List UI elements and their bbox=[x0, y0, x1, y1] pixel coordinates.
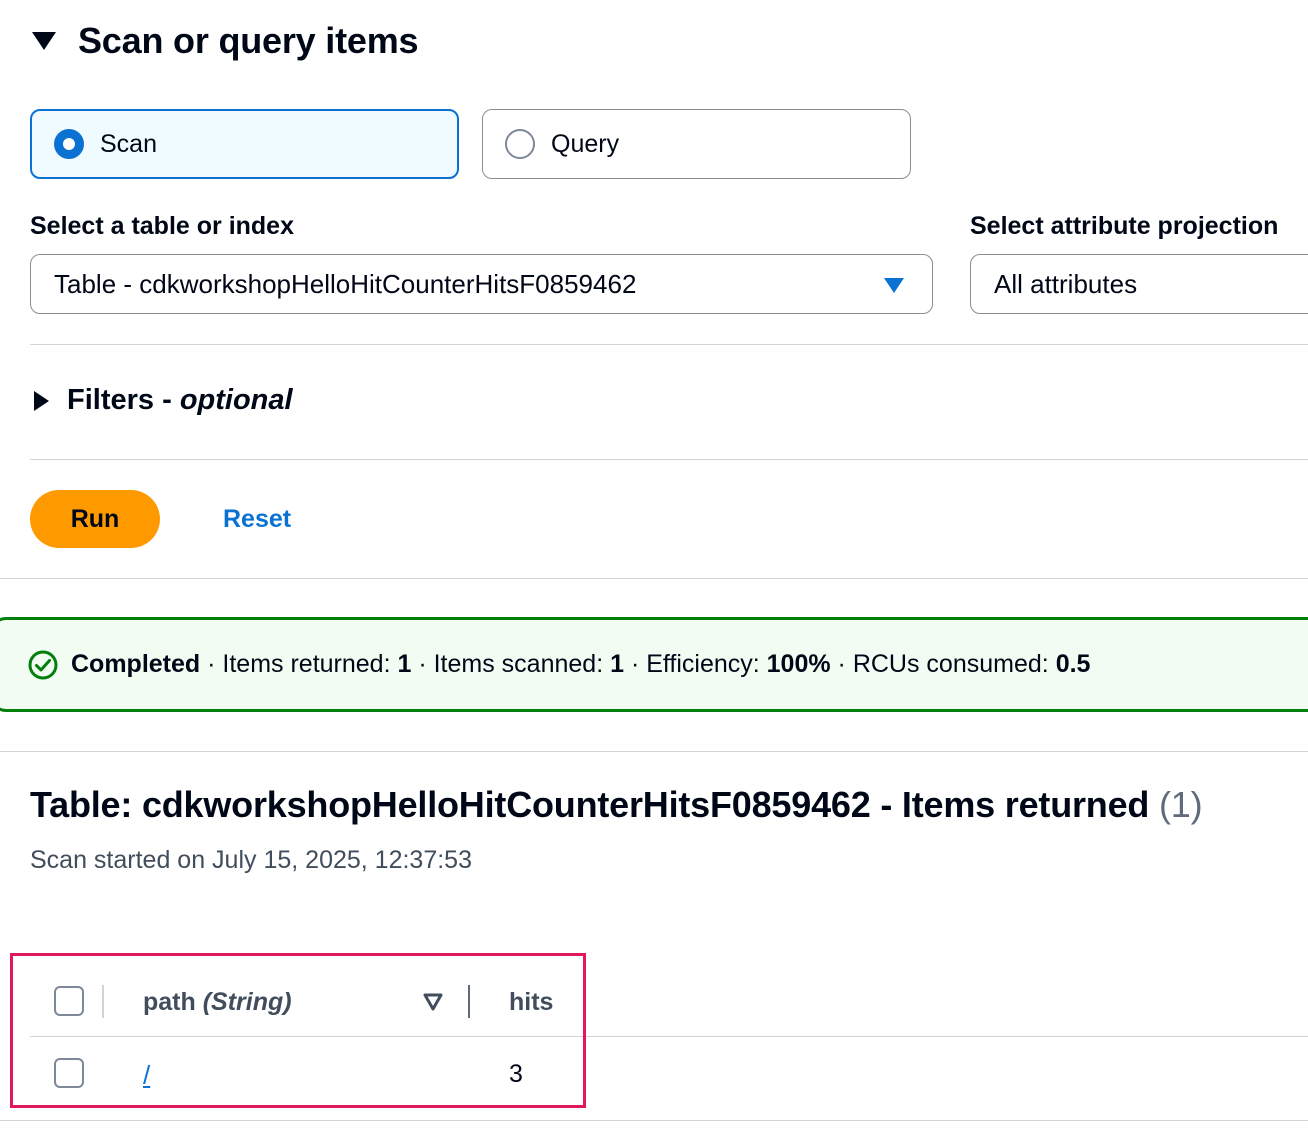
table-select-label: Select a table or index bbox=[30, 212, 294, 240]
status-banner: Completed · Items returned: 1 · Items sc… bbox=[0, 617, 1308, 712]
query-tile[interactable]: Query bbox=[482, 109, 911, 179]
query-label: Query bbox=[551, 129, 620, 158]
caret-down-icon bbox=[884, 278, 904, 293]
scan-radio[interactable] bbox=[54, 129, 84, 159]
scan-started-text: Scan started on July 15, 2025, 12:37:53 bbox=[30, 846, 472, 874]
section-title: Scan or query items bbox=[78, 20, 419, 61]
table-select-value: Table - cdkworkshopHelloHitCounterHitsF0… bbox=[54, 268, 637, 299]
table-select[interactable]: Table - cdkworkshopHelloHitCounterHitsF0… bbox=[30, 254, 933, 314]
projection-select[interactable]: All attributes bbox=[970, 254, 1308, 314]
filters-expander[interactable]: Filters - optional bbox=[34, 384, 293, 417]
projection-select-value: All attributes bbox=[994, 268, 1138, 299]
caret-right-icon bbox=[34, 390, 49, 411]
results-count: (1) bbox=[1159, 784, 1203, 825]
run-button[interactable]: Run bbox=[30, 490, 160, 548]
caret-down-icon bbox=[32, 32, 56, 50]
divider bbox=[30, 344, 1308, 345]
highlight-box bbox=[10, 953, 586, 1108]
status-text: Completed · Items returned: 1 · Items sc… bbox=[71, 650, 1091, 678]
divider bbox=[30, 459, 1308, 460]
projection-select-label: Select attribute projection bbox=[970, 212, 1279, 240]
query-radio[interactable] bbox=[505, 129, 535, 159]
reset-link[interactable]: Reset bbox=[223, 505, 291, 534]
scan-tile[interactable]: Scan bbox=[30, 109, 459, 179]
filters-label: Filters - optional bbox=[67, 384, 293, 416]
scan-label: Scan bbox=[100, 129, 157, 158]
results-title: Table: cdkworkshopHelloHitCounterHitsF08… bbox=[30, 784, 1203, 825]
success-check-icon bbox=[28, 650, 58, 679]
section-header[interactable]: Scan or query items bbox=[32, 20, 419, 62]
